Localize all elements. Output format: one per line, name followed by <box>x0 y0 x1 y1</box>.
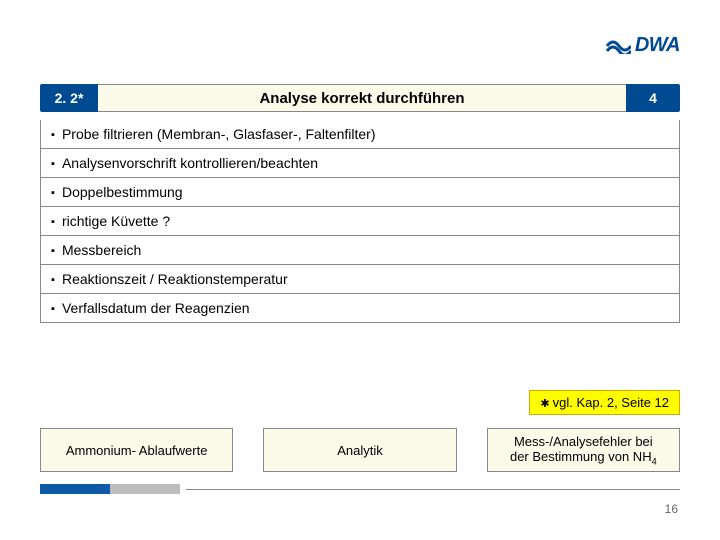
list-item: Reaktionszeit / Reaktionstemperatur <box>41 265 679 294</box>
breadcrumb-box-3: Mess-/Analysefehler bei der Bestimmung v… <box>487 428 680 472</box>
footer-accent-blue <box>40 484 110 494</box>
section-title: Analyse korrekt durchführen <box>98 84 626 112</box>
footer-accent-gray <box>110 484 180 494</box>
bullet-list: Probe filtrieren (Membran-, Glasfaser-, … <box>40 120 680 323</box>
footer-bar <box>40 484 680 494</box>
logo-text: DWA <box>635 34 680 57</box>
brand-logo: DWA <box>605 32 680 59</box>
footer-rule <box>186 489 680 490</box>
wave-icon <box>605 32 631 59</box>
section-count-badge: 4 <box>626 84 680 112</box>
page-number: 16 <box>665 502 678 516</box>
list-item: Probe filtrieren (Membran-, Glasfaser-, … <box>41 120 679 149</box>
reference-note: ✱ vgl. Kap. 2, Seite 12 <box>529 390 680 415</box>
breadcrumb-box-1: Ammonium- Ablaufwerte <box>40 428 233 472</box>
breadcrumb-box-3-sub: 4 <box>652 456 657 466</box>
reference-text: vgl. Kap. 2, Seite 12 <box>553 395 669 410</box>
breadcrumb-box-2: Analytik <box>263 428 456 472</box>
breadcrumb-box-3-line1: Mess-/Analysefehler bei <box>514 434 653 449</box>
list-item: richtige Küvette ? <box>41 207 679 236</box>
list-item: Analysenvorschrift kontrollieren/beachte… <box>41 149 679 178</box>
list-item: Verfallsdatum der Reagenzien <box>41 294 679 323</box>
list-item: Doppelbestimmung <box>41 178 679 207</box>
breadcrumb-boxes: Ammonium- Ablaufwerte Analytik Mess-/Ana… <box>40 428 680 472</box>
section-number-badge: 2. 2* <box>40 84 98 112</box>
asterisk-icon: ✱ <box>540 398 552 410</box>
header-row: 2. 2* Analyse korrekt durchführen 4 <box>40 84 680 112</box>
breadcrumb-box-3-line2: der Bestimmung von NH <box>510 449 652 464</box>
list-item: Messbereich <box>41 236 679 265</box>
